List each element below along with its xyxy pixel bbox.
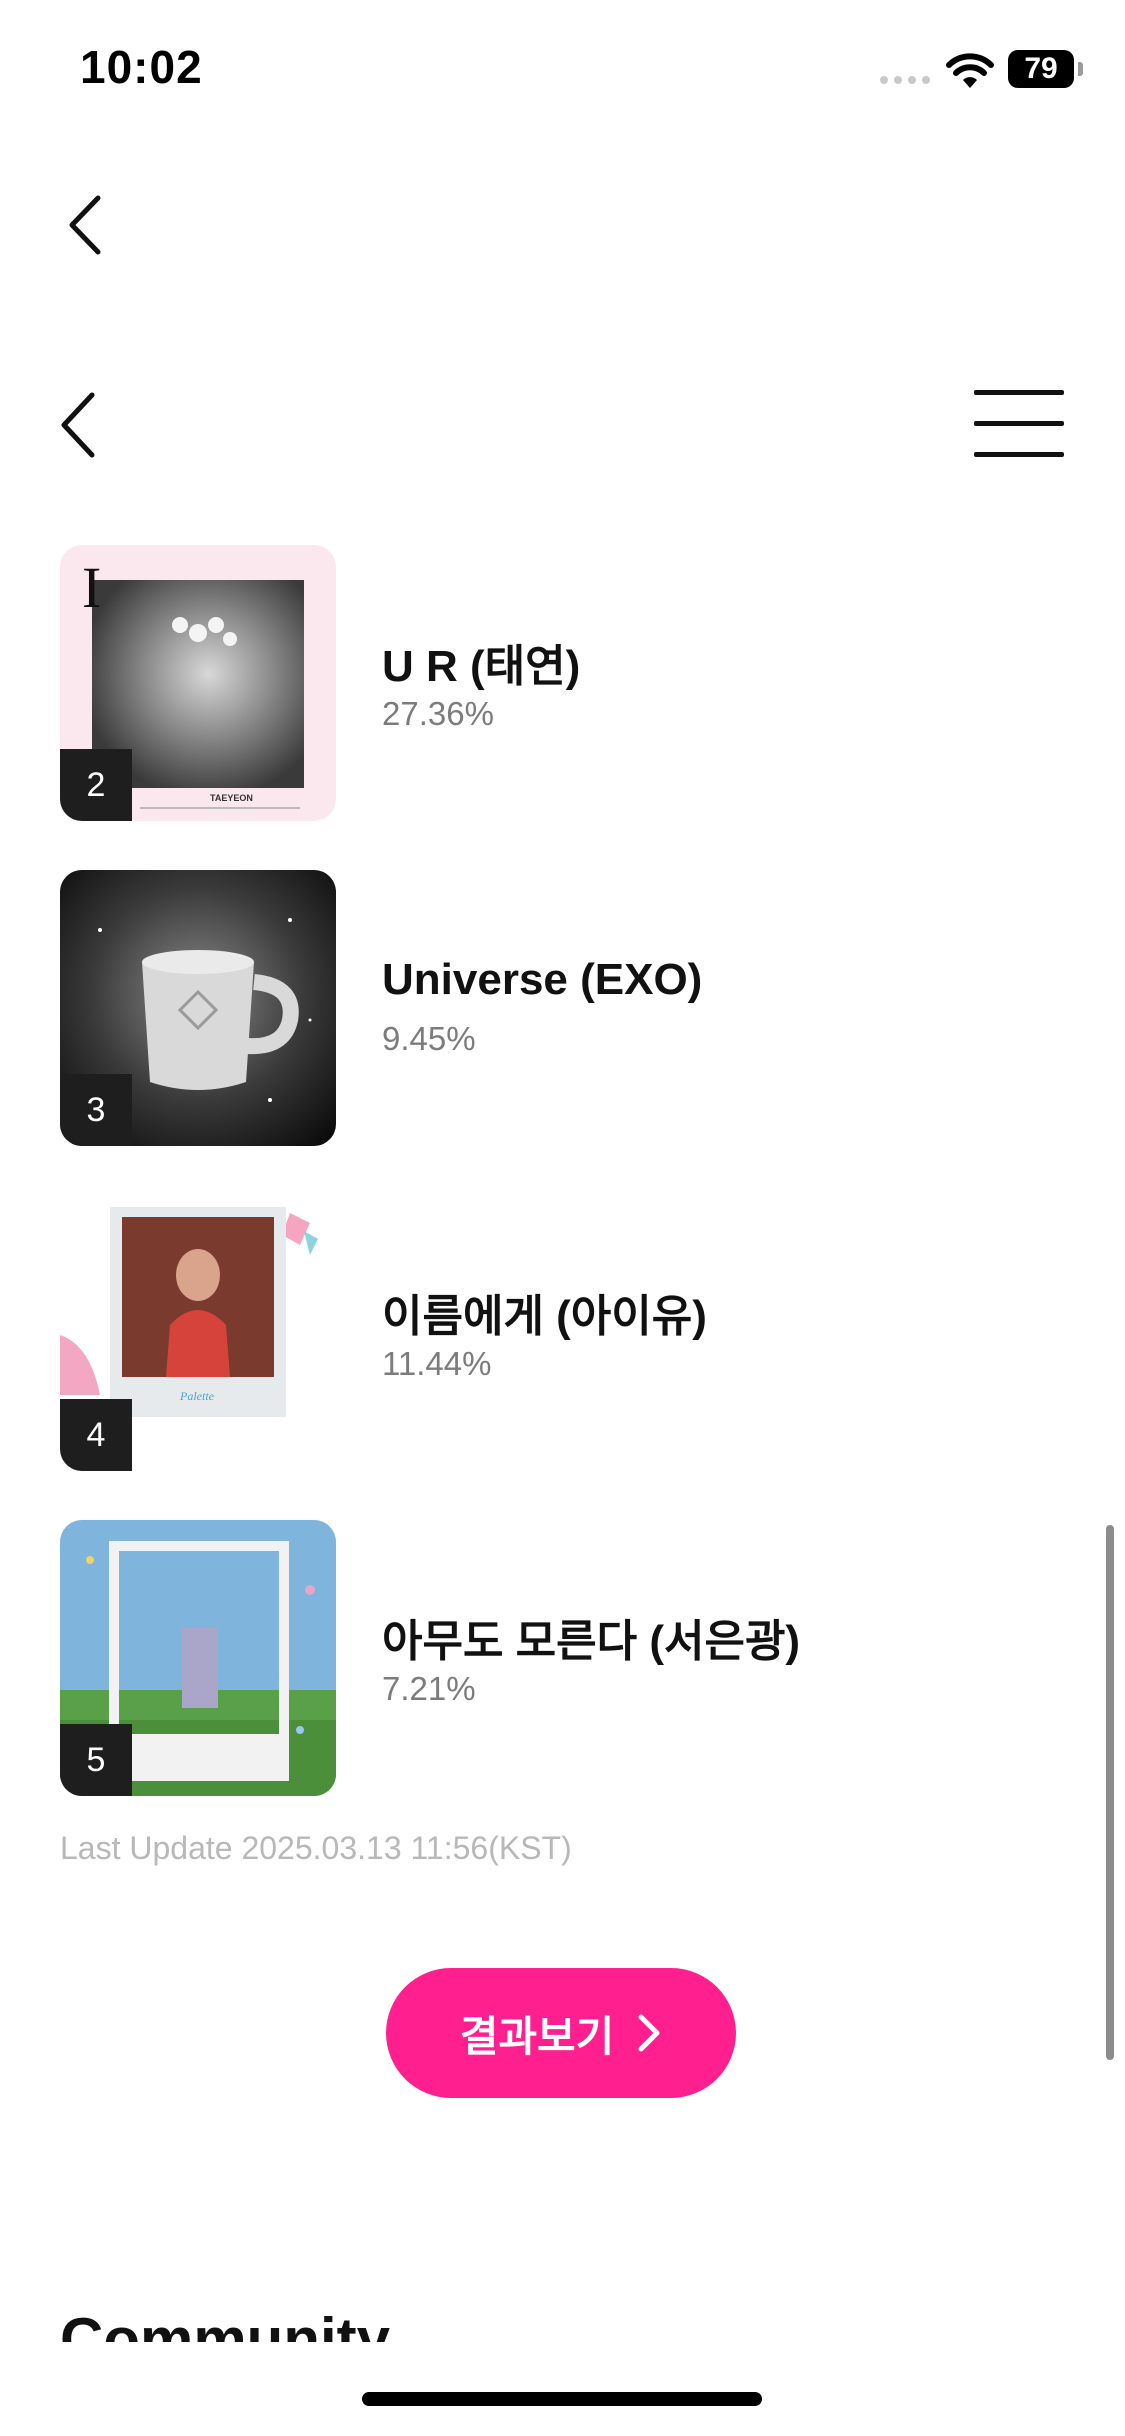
rank-badge: 2: [60, 749, 132, 821]
album-cover: 5: [60, 1520, 336, 1796]
song-title: 아무도 모른다 (서은광): [382, 1617, 801, 1666]
rank-badge: 3: [60, 1074, 132, 1146]
vote-percentage: 7.21%: [382, 1670, 476, 1707]
vote-percentage: 11.44%: [382, 1345, 492, 1382]
svg-text:Palette: Palette: [179, 1389, 215, 1403]
svg-text:TAEYEON: TAEYEON: [210, 793, 253, 803]
battery-cap: [1078, 62, 1083, 76]
community-heading: Community: [60, 2306, 390, 2343]
song-title: Universe (EXO): [382, 955, 703, 1004]
song-title: U R (태연): [382, 642, 581, 691]
list-item[interactable]: Palette 4 이름에게 (아이유) 11.44%: [60, 1195, 1060, 1473]
rank-badge: 4: [60, 1399, 132, 1471]
rank-badge: 5: [60, 1724, 132, 1796]
view-results-label: 결과보기: [459, 2012, 615, 2060]
album-cover: Palette 4: [60, 1195, 336, 1471]
chevron-right-icon: [638, 2014, 660, 2052]
hamburger-menu-icon[interactable]: [970, 385, 1070, 465]
svg-text:I: I: [82, 555, 101, 620]
status-time: 10:02: [80, 41, 203, 93]
battery-icon: 79: [1008, 50, 1074, 88]
list-item[interactable]: 3 Universe (EXO) 9.45%: [60, 870, 1060, 1148]
list-item[interactable]: I TAEYEON 2 U R (태연) 27.36%: [60, 545, 1060, 823]
vote-percentage: 27.36%: [382, 695, 494, 732]
cellular-signal-icon: [880, 76, 932, 86]
scrollbar[interactable]: [1106, 1525, 1114, 2060]
status-bar: 10:02 79: [0, 0, 1125, 140]
song-title: 이름에게 (아이유): [382, 1292, 707, 1341]
back-arrow-icon[interactable]: [60, 190, 110, 260]
wifi-icon: [946, 53, 994, 88]
home-indicator[interactable]: [362, 2392, 762, 2406]
last-update-text: Last Update 2025.03.13 11:56(KST): [60, 1830, 572, 1866]
vote-percentage: 9.45%: [382, 1020, 476, 1057]
album-cover: 3: [60, 870, 336, 1146]
list-item[interactable]: 5 아무도 모른다 (서은광) 7.21%: [60, 1520, 1060, 1798]
back-chevron-icon[interactable]: [52, 385, 112, 465]
album-cover: I TAEYEON 2: [60, 545, 336, 821]
view-results-button[interactable]: 결과보기: [386, 1968, 736, 2098]
